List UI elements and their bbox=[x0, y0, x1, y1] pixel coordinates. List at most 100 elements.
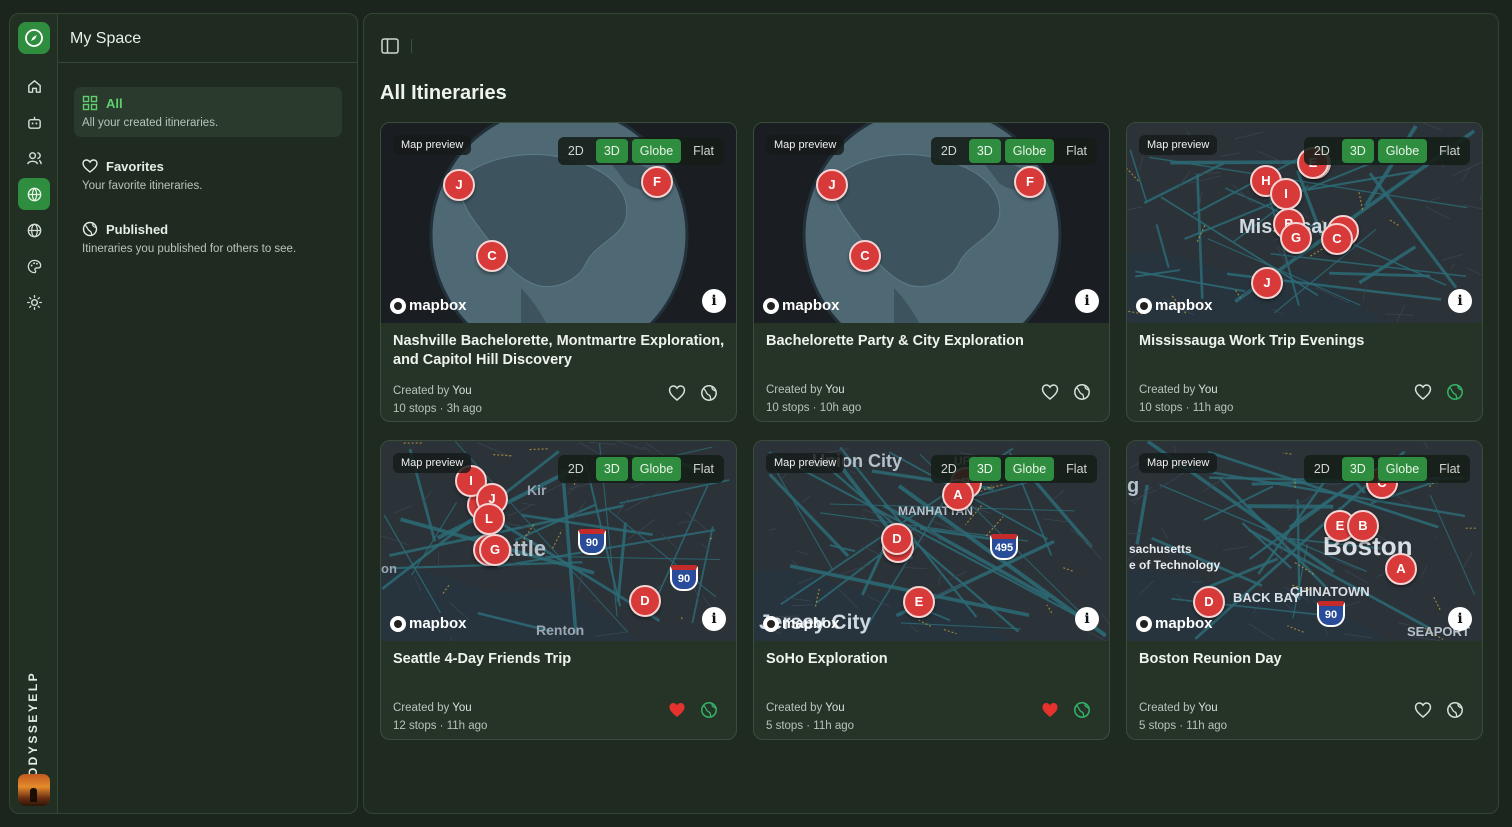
mode-flat-button[interactable]: Flat bbox=[685, 457, 722, 481]
filter-desc: Itineraries you published for others to … bbox=[82, 243, 297, 255]
robot-icon[interactable] bbox=[18, 106, 50, 138]
heart-icon[interactable] bbox=[668, 384, 686, 402]
mode-3d-button[interactable]: 3D bbox=[968, 457, 1001, 481]
card-title[interactable]: Seattle 4-Day Friends Trip bbox=[393, 650, 728, 669]
map-pin[interactable]: L bbox=[473, 503, 505, 535]
sun-icon[interactable] bbox=[18, 286, 50, 318]
map-preview[interactable]: Union CityUPPERMANHATTANJersey City495BA… bbox=[754, 441, 1109, 641]
mode-flat-button[interactable]: Flat bbox=[1058, 457, 1095, 481]
heart-icon[interactable] bbox=[1414, 701, 1432, 719]
mode-3d-button[interactable]: 3D bbox=[595, 457, 628, 481]
publish-globe-icon[interactable] bbox=[1073, 383, 1091, 401]
map-pin[interactable]: J bbox=[443, 169, 475, 201]
map-pin[interactable]: D bbox=[881, 523, 913, 555]
itinerary-card[interactable]: Union CityUPPERMANHATTANJersey City495BA… bbox=[753, 440, 1110, 740]
itinerary-card[interactable]: sachusetts e of Technology Boston BACK BAY C… bbox=[1126, 440, 1483, 740]
map-pin[interactable]: B bbox=[1347, 510, 1379, 542]
filter-favorites[interactable]: Favorites Your favorite itineraries. bbox=[74, 150, 342, 200]
itinerary-card[interactable]: J F C Map preview 2D 3D Globe Flat mapbox i Nashvi… bbox=[380, 122, 737, 422]
info-icon[interactable]: i bbox=[1075, 289, 1099, 313]
info-icon[interactable]: i bbox=[1448, 289, 1472, 313]
map-pin[interactable]: F bbox=[1014, 166, 1046, 198]
map-pin[interactable]: G bbox=[479, 534, 511, 566]
mode-3d-button[interactable]: 3D bbox=[968, 139, 1001, 163]
mode-globe-button[interactable]: Globe bbox=[631, 457, 682, 481]
info-icon[interactable]: i bbox=[702, 289, 726, 313]
publish-globe-icon[interactable] bbox=[700, 384, 718, 402]
mode-flat-button[interactable]: Flat bbox=[1058, 139, 1095, 163]
itinerary-globe-icon[interactable] bbox=[18, 178, 50, 210]
mode-2d-button[interactable]: 2D bbox=[560, 457, 592, 481]
mode-flat-button[interactable]: Flat bbox=[1431, 139, 1468, 163]
map-pin[interactable]: C bbox=[1321, 223, 1353, 255]
map-pin[interactable]: D bbox=[1193, 586, 1225, 618]
published-globe-icon[interactable] bbox=[700, 701, 718, 719]
map-pin[interactable]: J bbox=[1251, 267, 1283, 299]
sidebar-toggle-icon[interactable] bbox=[381, 38, 399, 54]
mode-flat-button[interactable]: Flat bbox=[1431, 457, 1468, 481]
filter-published[interactable]: Published Itineraries you published for … bbox=[74, 213, 342, 263]
filter-all[interactable]: All All your created itineraries. bbox=[74, 87, 342, 137]
mode-3d-button[interactable]: 3D bbox=[1341, 139, 1374, 163]
itinerary-card[interactable]: MississaugaEHIBGCJMap preview2D3DGlobeFl… bbox=[1126, 122, 1483, 422]
map-preview[interactable]: J F C Map preview 2D 3D Globe Flat mapbox i bbox=[381, 123, 736, 323]
map-pin[interactable]: C bbox=[849, 240, 881, 272]
card-title[interactable]: SoHo Exploration bbox=[766, 650, 1101, 669]
map-pin[interactable]: F bbox=[641, 166, 673, 198]
map-pin[interactable]: E bbox=[903, 586, 935, 618]
mode-globe-button[interactable]: Globe bbox=[631, 139, 682, 163]
mapbox-wordmark: mapbox bbox=[409, 615, 467, 632]
author-name: You bbox=[452, 385, 472, 397]
map-preview[interactable]: J F C Map preview 2D 3D Globe Flat mapbox i bbox=[754, 123, 1109, 323]
map-pin[interactable]: A bbox=[1385, 553, 1417, 585]
card-title[interactable]: Nashville Bachelorette, Montmartre Explo… bbox=[393, 332, 728, 370]
palette-icon[interactable] bbox=[18, 250, 50, 282]
itinerary-card[interactable]: J F C Map preview 2D 3D Globe Flat mapbox i Bachel… bbox=[753, 122, 1110, 422]
created-by-label: Created by bbox=[766, 702, 823, 714]
globe-icon[interactable] bbox=[18, 214, 50, 246]
heart-filled-icon[interactable] bbox=[1041, 701, 1059, 719]
mode-2d-button[interactable]: 2D bbox=[1306, 139, 1338, 163]
mode-2d-button[interactable]: 2D bbox=[933, 139, 965, 163]
itinerary-card[interactable]: KirSeattleRentonon9090IJLGDMap preview2D… bbox=[380, 440, 737, 740]
map-pin[interactable]: G bbox=[1280, 222, 1312, 254]
map-place-label: Kir bbox=[527, 482, 547, 498]
map-preview[interactable]: sachusetts e of Technology Boston BACK BAY C… bbox=[1127, 441, 1482, 641]
info-icon[interactable]: i bbox=[1075, 607, 1099, 631]
mode-globe-button[interactable]: Globe bbox=[1377, 139, 1428, 163]
publish-globe-icon[interactable] bbox=[1446, 701, 1464, 719]
published-globe-icon[interactable] bbox=[1073, 701, 1091, 719]
mode-globe-button[interactable]: Globe bbox=[1004, 139, 1055, 163]
mode-2d-button[interactable]: 2D bbox=[560, 139, 592, 163]
mode-3d-button[interactable]: 3D bbox=[1341, 457, 1374, 481]
home-icon[interactable] bbox=[18, 70, 50, 102]
published-globe-icon[interactable] bbox=[1446, 383, 1464, 401]
mode-globe-button[interactable]: Globe bbox=[1004, 457, 1055, 481]
avatar[interactable] bbox=[18, 774, 50, 806]
card-title[interactable]: Boston Reunion Day bbox=[1139, 650, 1474, 669]
heart-filled-icon[interactable] bbox=[668, 701, 686, 719]
card-title[interactable]: Bachelorette Party & City Exploration bbox=[766, 332, 1101, 351]
mode-2d-button[interactable]: 2D bbox=[1306, 457, 1338, 481]
map-pin[interactable]: A bbox=[942, 479, 974, 511]
mode-globe-button[interactable]: Globe bbox=[1377, 457, 1428, 481]
heart-icon[interactable] bbox=[1041, 383, 1059, 401]
card-title[interactable]: Mississauga Work Trip Evenings bbox=[1139, 332, 1474, 351]
compass-logo-icon[interactable] bbox=[18, 22, 50, 54]
mode-2d-button[interactable]: 2D bbox=[933, 457, 965, 481]
space-title: My Space bbox=[70, 30, 142, 47]
mapbox-logo: mapbox bbox=[390, 615, 467, 632]
info-icon[interactable]: i bbox=[702, 607, 726, 631]
map-preview[interactable]: MississaugaEHIBGCJMap preview2D3DGlobeFl… bbox=[1127, 123, 1482, 323]
filter-desc: Your favorite itineraries. bbox=[82, 180, 203, 192]
map-pin[interactable]: I bbox=[1270, 178, 1302, 210]
map-pin[interactable]: C bbox=[476, 240, 508, 272]
map-preview[interactable]: KirSeattleRentonon9090IJLGDMap preview2D… bbox=[381, 441, 736, 641]
users-icon[interactable] bbox=[18, 142, 50, 174]
map-pin[interactable]: J bbox=[816, 169, 848, 201]
mode-3d-button[interactable]: 3D bbox=[595, 139, 628, 163]
info-icon[interactable]: i bbox=[1448, 607, 1472, 631]
mode-flat-button[interactable]: Flat bbox=[685, 139, 722, 163]
heart-icon[interactable] bbox=[1414, 383, 1432, 401]
map-pin[interactable]: D bbox=[629, 585, 661, 617]
